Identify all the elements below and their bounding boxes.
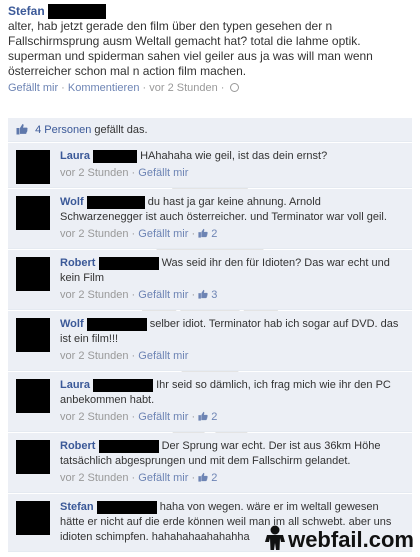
comment-body: Wolf selber idiot. Terminator hab ich so…	[60, 317, 404, 347]
redacted-name	[86, 195, 145, 209]
comment-body: Laura Ihr seid so dämlich, ich frag mich…	[60, 378, 404, 408]
comment-like-count[interactable]: 2	[198, 228, 217, 240]
avatar[interactable]	[16, 196, 50, 230]
post-author[interactable]: Stefan	[8, 4, 45, 18]
avatar[interactable]	[16, 150, 50, 184]
redacted-name	[93, 149, 138, 163]
comment-item: Robert Was seid ihr den für Idioten? Das…	[8, 250, 412, 310]
comment-like-link[interactable]: Gefällt mir	[138, 289, 188, 301]
comment-timestamp[interactable]: vor 2 Stunden	[60, 411, 129, 423]
thumbs-up-icon	[198, 472, 208, 482]
post-timestamp[interactable]: vor 2 Stunden	[149, 82, 218, 94]
comment-meta: vor 2 Stunden · Gefällt mir · 2	[60, 228, 218, 240]
redacted-name	[98, 439, 159, 453]
comment-author[interactable]: Wolf	[60, 196, 84, 208]
post-text: alter, hab jetzt gerade den film über de…	[8, 19, 373, 79]
comment-author[interactable]: Stefan	[60, 501, 94, 513]
comment-list: Laura HAhahaha wie geil, ist das dein er…	[8, 143, 412, 552]
thumbs-up-icon	[198, 228, 208, 238]
comment-like-count[interactable]: 2	[198, 472, 217, 484]
globe-icon	[229, 83, 239, 93]
comment-timestamp[interactable]: vor 2 Stunden	[60, 472, 129, 484]
webfail-logo: webfail.com	[264, 525, 414, 553]
comment-body: Wolf du hast ja gar keine ahnung. Arnold…	[60, 195, 404, 225]
comment-item: Laura Ihr seid so dämlich, ich frag mich…	[8, 372, 412, 432]
comment-meta: vor 2 Stunden · Gefällt mir	[60, 167, 189, 179]
comment-like-count[interactable]: 2	[198, 411, 217, 423]
comment-timestamp[interactable]: vor 2 Stunden	[60, 350, 129, 362]
comment-meta: vor 2 Stunden · Gefällt mir · 3	[60, 289, 218, 301]
likers-link[interactable]: 4 Personen	[35, 124, 91, 136]
comment-timestamp[interactable]: vor 2 Stunden	[60, 167, 129, 179]
webfail-logo-text: webfail.com	[288, 527, 414, 552]
comment-body: Robert Was seid ihr den für Idioten? Das…	[60, 256, 404, 286]
likes-text: gefällt das.	[91, 124, 148, 136]
redacted-name	[98, 256, 159, 270]
comment-timestamp[interactable]: vor 2 Stunden	[60, 289, 129, 301]
avatar[interactable]	[16, 318, 50, 352]
comment-body: Robert Der Sprung war echt. Der ist aus …	[60, 439, 404, 469]
feedback-section: 4 Personen gefällt das. Laura HAhahaha w…	[8, 118, 412, 552]
thumbs-up-icon	[16, 124, 28, 135]
comment-like-link[interactable]: Gefällt mir	[138, 350, 188, 362]
avatar[interactable]	[16, 257, 50, 291]
comment-item: Wolf du hast ja gar keine ahnung. Arnold…	[8, 189, 412, 249]
redacted-name	[96, 500, 157, 514]
likes-summary: 4 Personen gefällt das.	[8, 118, 412, 142]
post-actions: Gefällt mir · Kommentieren · vor 2 Stund…	[8, 81, 412, 96]
post-header: Stefan	[8, 4, 412, 20]
comment-item: Robert Der Sprung war echt. Der ist aus …	[8, 433, 412, 493]
comment-author[interactable]: Laura	[60, 150, 90, 162]
avatar[interactable]	[16, 379, 50, 413]
redacted-name	[48, 4, 107, 20]
comment-item: Wolf selber idiot. Terminator hab ich so…	[8, 311, 412, 371]
post-like-link[interactable]: Gefällt mir	[8, 82, 58, 94]
post-comment-link[interactable]: Kommentieren	[68, 82, 140, 94]
comment-meta: vor 2 Stunden · Gefällt mir · 2	[60, 411, 218, 423]
comment-item: Laura HAhahaha wie geil, ist das dein er…	[8, 143, 412, 188]
comment-author[interactable]: Laura	[60, 379, 90, 391]
comment-author[interactable]: Wolf	[60, 318, 84, 330]
comment-meta: vor 2 Stunden · Gefällt mir	[60, 350, 189, 362]
thumbs-up-icon	[198, 289, 208, 299]
comment-like-link[interactable]: Gefällt mir	[138, 167, 188, 179]
avatar[interactable]	[16, 440, 50, 474]
comment-like-link[interactable]: Gefällt mir	[138, 472, 188, 484]
avatar[interactable]	[16, 501, 50, 535]
redacted-name	[86, 317, 147, 331]
comment-text: HAhahaha wie geil, ist das dein ernst?	[140, 150, 328, 162]
comment-author[interactable]: Robert	[60, 440, 95, 452]
redacted-name	[93, 378, 154, 392]
comment-like-link[interactable]: Gefällt mir	[138, 228, 188, 240]
status-post: Stefan alter, hab jetzt gerade den film …	[8, 4, 412, 96]
stick-figure-icon	[265, 525, 286, 550]
comment-author[interactable]: Robert	[60, 257, 95, 269]
thumbs-up-icon	[198, 411, 208, 421]
comment-timestamp[interactable]: vor 2 Stunden	[60, 228, 129, 240]
comment-meta: vor 2 Stunden · Gefällt mir · 2	[60, 472, 218, 484]
comment-body: Laura HAhahaha wie geil, ist das dein er…	[60, 149, 404, 164]
comment-like-count[interactable]: 3	[198, 289, 217, 301]
comment-like-link[interactable]: Gefällt mir	[138, 411, 188, 423]
